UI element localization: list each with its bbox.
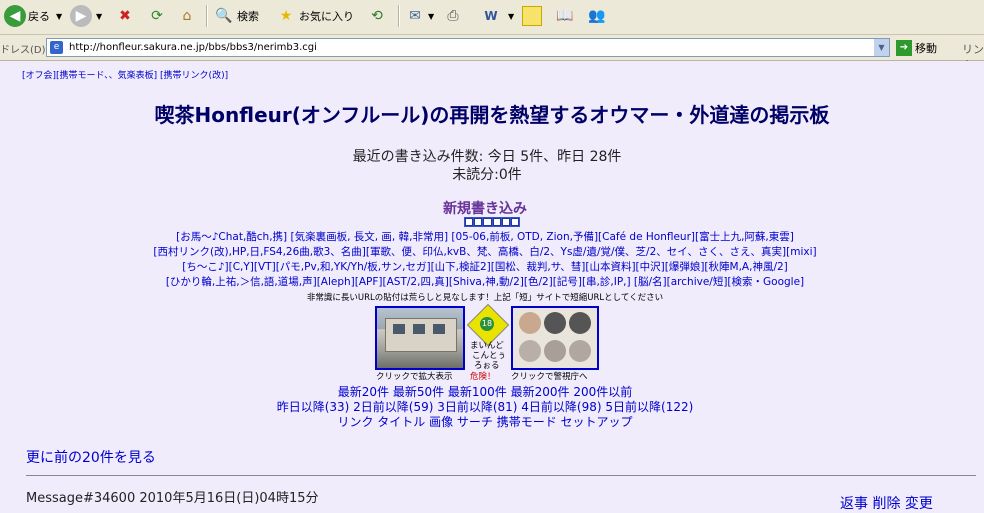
top-links[interactable]: [オフ会][携帯モード、、気楽表板] [携帯リンク(改)] — [22, 68, 228, 81]
word-icon: W — [484, 9, 498, 23]
go-arrow-icon: ➔ — [896, 39, 912, 56]
message-header: Message#34600 2010年5月16日(日)04時15分 — [26, 491, 319, 506]
print-button[interactable]: ⎙ — [442, 3, 464, 29]
forward-arrow-icon: ▶ — [70, 5, 92, 27]
back-arrow-icon: ◀ — [4, 5, 26, 27]
address-label: ドレス(D) — [0, 45, 46, 56]
search-button[interactable]: 🔍 検索 — [213, 3, 259, 29]
edit-dropdown-icon[interactable]: ▼ — [508, 12, 514, 21]
url-warning: 非常識に長いURLの貼付は荒らしと見なします！上記「短」サイトで短縮URLとして… — [306, 293, 664, 303]
toolbar-separator — [206, 5, 208, 27]
storefront-photo[interactable] — [375, 306, 465, 370]
page-title: 喫茶Honfleur(オンフルール)の再開を熱望するオウマー・外道達の掲示板 — [154, 103, 830, 127]
page-content: [オフ会][携帯モード、、気楽表板] [携帯リンク(改)] 喫茶Honfleur… — [0, 61, 984, 512]
messenger-button[interactable]: 👥 — [586, 3, 608, 29]
window-shape — [393, 324, 405, 334]
face-image — [569, 340, 591, 362]
mail-dropdown-icon[interactable]: ▼ — [428, 12, 434, 21]
favorites-button[interactable]: ★ お気に入り — [275, 3, 354, 29]
messenger-icon: 👥 — [588, 8, 606, 24]
research-button[interactable]: 📖 — [554, 3, 576, 29]
mail-icon: ✉ — [409, 8, 421, 24]
window-shape — [413, 324, 425, 334]
stop-icon: ✖ — [119, 8, 131, 24]
danger-caption: 危険！ — [470, 372, 496, 382]
wanted-faces-photo[interactable] — [511, 306, 599, 370]
research-icon: 📖 — [556, 8, 574, 24]
face-image — [544, 340, 566, 362]
address-bar: ドレス(D) e http://honfleur.sakura.ne.jp/bb… — [0, 35, 984, 72]
forward-button[interactable]: ▶ ▼ — [70, 3, 102, 29]
link-row-3[interactable]: [ち〜こ♪][C,Y][VT][パモ,Pv,和,YK/Yh/板,サン,セガ][山… — [0, 259, 970, 274]
search-icon: 🔍 — [215, 8, 233, 24]
search-label: 検索 — [237, 10, 259, 23]
history-icon: ⟲ — [371, 8, 383, 24]
face-image — [544, 312, 566, 334]
go-label: 移動 — [915, 41, 937, 55]
printer-icon: ⎙ — [447, 8, 459, 24]
forward-dropdown-icon[interactable]: ▼ — [96, 12, 102, 21]
favorites-label: お気に入り — [299, 10, 354, 23]
address-url: http://honfleur.sakura.ne.jp/bbs/bbs3/ne… — [69, 42, 317, 53]
calendar-icon[interactable] — [464, 217, 520, 227]
home-button[interactable]: ⌂ — [176, 3, 198, 29]
edit-button[interactable]: W ▼ — [480, 3, 514, 29]
police-caption: クリックで警視庁へ — [511, 372, 588, 382]
mail-button[interactable]: ✉ ▼ — [404, 3, 434, 29]
refresh-icon: ⟳ — [151, 8, 163, 24]
home-icon: ⌂ — [182, 8, 192, 24]
back-dropdown-icon[interactable]: ▼ — [56, 12, 62, 21]
window-shape — [433, 324, 445, 334]
link-row-2[interactable]: [西村リンク(改),HP,日,FS4,26曲,歌3、名曲][軍歌、便、印仏,kv… — [0, 244, 970, 259]
browser-toolbar: ◀ 戻る ▼ ▶ ▼ ✖ ⟳ ⌂ 🔍 検索 ★ お気に入り ⟲ ✉ ▼ ⎙ W … — [0, 0, 984, 35]
message-actions[interactable]: 返事 削除 変更 — [840, 493, 933, 513]
divider — [26, 475, 976, 476]
star-icon: ★ — [279, 8, 293, 24]
notepad-icon — [522, 6, 542, 26]
address-dropdown-icon[interactable]: ▼ — [874, 39, 889, 56]
new-post-link[interactable]: 新規書き込み — [0, 198, 970, 218]
photo-caption: クリックで拡大表示 — [376, 372, 453, 382]
toolbar-separator — [398, 5, 400, 27]
back-button[interactable]: ◀ 戻る ▼ — [4, 3, 62, 29]
tools-nav[interactable]: リンク タイトル 画像 サーチ 携帯モード セットアップ — [0, 413, 970, 430]
go-button[interactable]: ➔ 移動 — [896, 38, 937, 57]
page-icon: e — [50, 41, 63, 54]
stop-button[interactable]: ✖ — [114, 3, 136, 29]
unread-count: 未読分:0件 — [452, 167, 522, 183]
post-count-stats: 最近の書き込み件数: 今日 5件、昨日 28件 — [352, 149, 622, 165]
link-row-4[interactable]: [ひかり輪,上祐,＞信,語,道場,声][Aleph][APF][AST/2,四,… — [0, 274, 970, 289]
notes-button[interactable] — [522, 3, 542, 29]
refresh-button[interactable]: ⟳ — [146, 3, 168, 29]
face-image — [519, 340, 541, 362]
address-input[interactable]: e http://honfleur.sakura.ne.jp/bbs/bbs3/… — [46, 38, 890, 57]
road-sign-number: 18 — [480, 317, 494, 331]
back-label: 戻る — [28, 10, 50, 23]
face-image — [519, 312, 541, 334]
link-row-1[interactable]: [お馬〜♪Chat,酷ch,携] [気楽裏画板, 長文, 画, 韓,非常用] [… — [0, 229, 970, 244]
older-posts-link[interactable]: 更に前の20件を見る — [26, 447, 156, 467]
face-image — [569, 312, 591, 334]
history-button[interactable]: ⟲ — [366, 3, 388, 29]
